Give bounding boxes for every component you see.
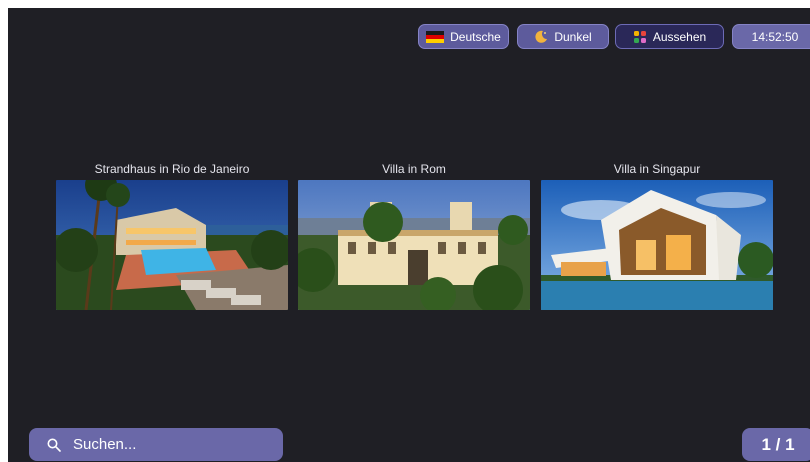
card-title: Strandhaus in Rio de Janeiro <box>94 162 250 176</box>
gallery-card[interactable]: Villa in Rom <box>298 158 530 310</box>
gallery-card[interactable]: Villa in Singapur <box>541 158 773 310</box>
search-input[interactable]: Suchen... <box>29 428 283 461</box>
german-flag-icon <box>426 30 445 43</box>
theme-toggle-button[interactable]: Dunkel <box>517 24 609 49</box>
palette-grid-icon <box>633 30 647 44</box>
clock-display: 14:52:50 <box>732 24 810 49</box>
language-button[interactable]: Deutsche <box>418 24 509 49</box>
beach-house-thumbnail[interactable] <box>56 180 288 310</box>
villa-singapore-thumbnail[interactable] <box>541 180 773 310</box>
search-placeholder: Suchen... <box>73 436 137 453</box>
theme-label: Dunkel <box>554 29 592 44</box>
gallery-card[interactable]: Strandhaus in Rio de Janeiro <box>56 158 288 310</box>
page-indicator: 1 / 1 <box>742 428 810 461</box>
card-title: Villa in Rom <box>382 162 446 176</box>
appearance-button[interactable]: Aussehen <box>615 24 724 49</box>
clock-time: 14:52:50 <box>751 29 799 44</box>
page-indicator-text: 1 / 1 <box>761 434 795 454</box>
search-icon <box>47 438 61 452</box>
language-label: Deutsche <box>450 29 501 44</box>
moon-icon <box>534 30 548 44</box>
villa-rome-thumbnail[interactable] <box>298 180 530 310</box>
card-title: Villa in Singapur <box>613 162 701 176</box>
app-screen: Deutsche Dunkel Aussehen 14:52:50 Strand… <box>8 8 810 462</box>
appearance-label: Aussehen <box>652 29 707 44</box>
